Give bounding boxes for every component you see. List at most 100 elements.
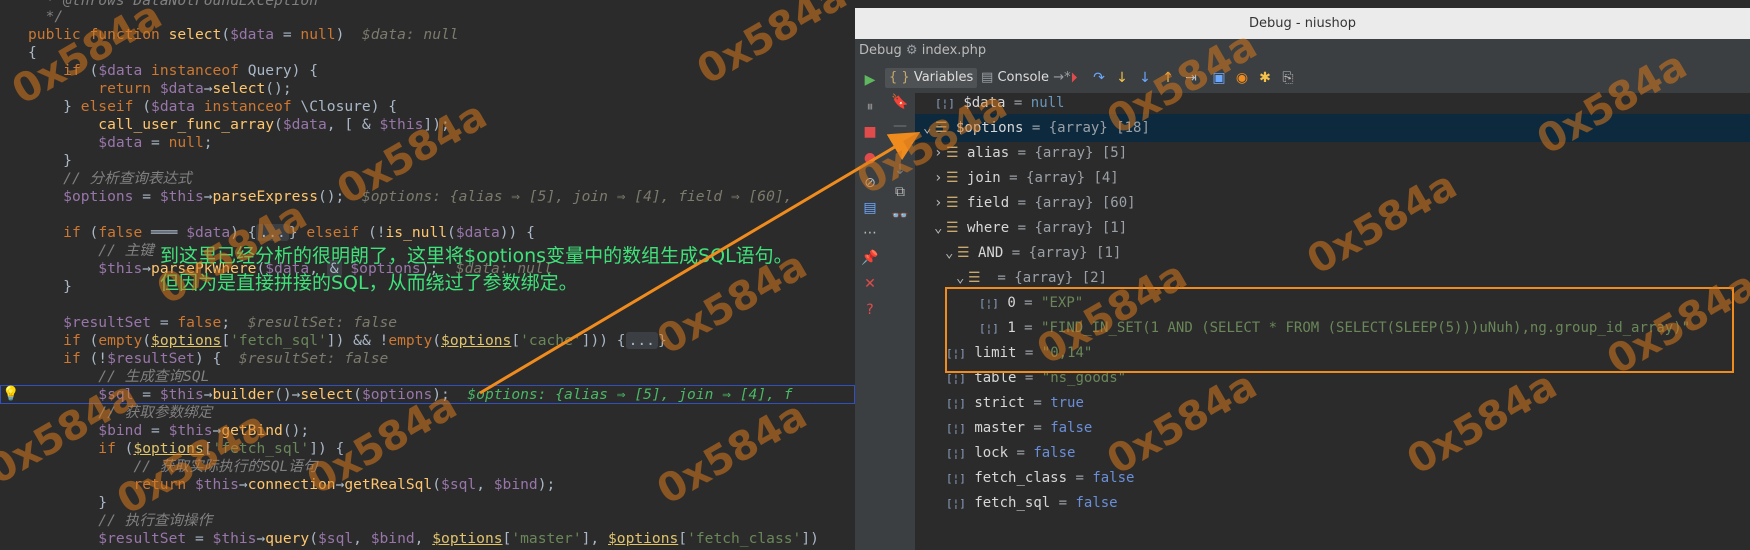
variable-row[interactable]: › ☰ join = {array} [4]	[915, 164, 1750, 192]
debug-bug-icon: ⚙	[905, 43, 918, 58]
expand-chevron-icon: ›	[934, 170, 943, 186]
minus-icon[interactable]: —	[891, 117, 909, 135]
code-line[interactable]: if ($options['fetch_sql']) {	[28, 440, 344, 458]
scalar-icon: [¦]	[946, 397, 966, 410]
code-line[interactable]: */	[28, 8, 64, 26]
bookmark-icon[interactable]: 🔖	[891, 93, 909, 111]
code-line[interactable]: {	[28, 44, 37, 62]
variable-name: $data	[963, 95, 1006, 111]
code-line[interactable]: if (empty($options['fetch_sql']) && !emp…	[28, 332, 667, 350]
code-line[interactable]: $options = $this→parseExpress(); $option…	[28, 188, 792, 206]
step-out-icon[interactable]: ↑	[1159, 69, 1177, 87]
pin-icon[interactable]: 📌	[861, 249, 879, 267]
debug-toolbar: { } Variables ▤ Console →* ⏵ ↷ ↓ ↓ ↑ ⇥ ▣…	[885, 63, 1750, 93]
code-line[interactable]: if (!$resultSet) { $resultSet: false	[28, 350, 388, 368]
variable-row[interactable]: [¦] fetch_sql = false	[915, 489, 1750, 517]
variable-row[interactable]: [¦] master = false	[915, 414, 1750, 442]
step-over-icon[interactable]: ↷	[1090, 69, 1108, 87]
variable-row[interactable]: › ☰ alias = {array} [5]	[915, 139, 1750, 167]
glasses-icon[interactable]: 👓	[891, 207, 909, 225]
tab-console[interactable]: ▤ Console →*	[977, 68, 1075, 88]
code-line[interactable]: // 主键	[28, 242, 154, 260]
variable-value: {array} [5]	[1034, 145, 1128, 161]
code-line[interactable]: // 执行查询操作	[28, 512, 212, 530]
highlight-box	[945, 287, 1734, 373]
debug-file-tab[interactable]: index.php	[922, 43, 986, 58]
run-to-cursor-icon[interactable]: ⇥	[1182, 69, 1200, 87]
code-line[interactable]: public function select($data = null) $da…	[28, 26, 459, 44]
expand-chevron-icon	[934, 464, 946, 492]
code-line[interactable]: return $data→select();	[28, 80, 291, 98]
code-line[interactable]: // 生成查询SQL	[28, 368, 209, 386]
variable-row[interactable]: [¦] lock = false	[915, 439, 1750, 467]
variables-side-toolbar: 🔖 — ↑ ↓ ⧉ 👓	[885, 93, 915, 550]
code-line[interactable]: // 获取实际执行的SQL语句	[28, 458, 317, 476]
window-title: Debug - niushop	[855, 8, 1750, 39]
step-into-icon[interactable]: ↓	[1113, 69, 1131, 87]
variable-name: fetch_sql	[974, 495, 1051, 511]
more-icon[interactable]: ⋯	[861, 224, 879, 242]
expand-chevron-icon	[934, 414, 946, 442]
variable-value: {array} [2]	[1014, 270, 1108, 286]
code-line[interactable]: $resultSet = $this→query($sql, $bind, $o…	[28, 530, 819, 548]
pause-icon[interactable]: ⏸	[861, 98, 879, 116]
variable-row[interactable]: › ☰ field = {array} [60]	[915, 189, 1750, 217]
code-line[interactable]: }	[28, 278, 72, 296]
watch-icon[interactable]: ◉	[1233, 69, 1251, 87]
code-line[interactable]: // 分析查询表达式	[28, 170, 192, 188]
variable-row[interactable]: ⌄ ☰ where = {array} [1]	[915, 214, 1750, 242]
restore-layout-icon[interactable]: ⎘	[1279, 69, 1297, 87]
variable-row[interactable]: ⌄ ☰ AND = {array} [1]	[915, 239, 1750, 267]
settings-icon[interactable]: ✱	[1256, 69, 1274, 87]
variable-name: field	[967, 195, 1010, 211]
code-line[interactable]: }	[28, 494, 107, 512]
variable-row[interactable]: ⌄ ☰ $options = {array} [18]	[915, 114, 1750, 142]
rerun-icon[interactable]: ⏵	[1065, 69, 1083, 87]
code-line[interactable]: call_user_func_array($data, [ & $this]);	[28, 116, 449, 134]
down-icon[interactable]: ↓	[891, 161, 909, 179]
scalar-icon: [¦]	[946, 497, 966, 510]
tab-variables[interactable]: { } Variables	[885, 68, 978, 88]
code-line[interactable]: $data = null;	[28, 134, 212, 152]
variable-value: {array} [60]	[1034, 195, 1136, 211]
layout-icon[interactable]: ▤	[861, 199, 879, 217]
lightbulb-icon[interactable]: 💡	[2, 385, 19, 403]
stop-icon[interactable]: ■	[861, 123, 879, 141]
code-line[interactable]: if ($data instanceof Query) {	[28, 62, 318, 80]
close-icon[interactable]: ✕	[861, 275, 879, 293]
code-line[interactable]: return $this→connection→getRealSql($sql,…	[28, 476, 555, 494]
code-line[interactable]: $resultSet = false; $resultSet: false	[28, 314, 397, 332]
array-icon: ☰	[946, 170, 959, 186]
mute-breakpoints-icon[interactable]: ⊘	[861, 174, 879, 192]
up-icon[interactable]: ↑	[891, 139, 909, 157]
variable-value: false	[1092, 470, 1135, 486]
code-editor[interactable]: * @throws DataNotFoundException */public…	[0, 0, 855, 550]
help-icon[interactable]: ?	[861, 301, 879, 319]
expand-chevron-icon: ⌄	[945, 245, 954, 261]
view-breakpoints-icon[interactable]: ●	[861, 149, 879, 167]
code-line[interactable]: // 获取参数绑定	[28, 404, 212, 422]
force-step-into-icon[interactable]: ↓	[1136, 69, 1154, 87]
code-line[interactable]: $bind = $this→getBind();	[28, 422, 309, 440]
variable-name: AND	[978, 245, 1004, 261]
resume-icon[interactable]: ▶	[861, 71, 879, 89]
variable-row[interactable]: [¦] strict = true	[915, 389, 1750, 417]
array-icon: ☰	[968, 270, 981, 286]
expand-chevron-icon: ⌄	[934, 220, 943, 236]
variables-icon: { }	[889, 70, 910, 85]
variable-value: null	[1030, 95, 1065, 111]
code-line[interactable]: } elseif ($data instanceof \Closure) {	[28, 98, 397, 116]
variable-name: master	[974, 420, 1025, 436]
variable-name: join	[967, 170, 1001, 186]
scalar-icon: [¦]	[946, 472, 966, 485]
debug-label: Debug	[859, 43, 902, 58]
code-line[interactable]: }	[28, 152, 72, 170]
evaluate-icon[interactable]: ▣	[1210, 69, 1228, 87]
copy-icon[interactable]: ⧉	[891, 183, 909, 201]
code-line[interactable]: * @throws DataNotFoundException	[28, 0, 318, 10]
expand-chevron-icon: ›	[934, 145, 943, 161]
expand-chevron-icon	[934, 489, 946, 517]
array-icon: ☰	[946, 220, 959, 236]
code-line[interactable]: if (false ═══ $data) {...} elseif (!is_n…	[28, 224, 535, 242]
variable-row[interactable]: [¦] fetch_class = false	[915, 464, 1750, 492]
